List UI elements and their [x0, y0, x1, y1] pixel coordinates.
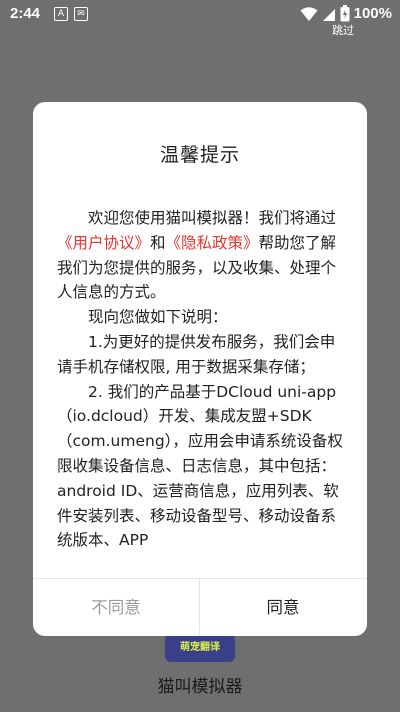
- notification-mail-icon: ✉: [74, 7, 88, 21]
- dialog-title: 温馨提示: [159, 144, 240, 166]
- paragraph-intro: 欢迎您使用猫叫模拟器！我们将通过《用户协议》和《隐私政策》帮助您了解我们为您提供…: [57, 206, 347, 305]
- paragraph-storage: 1.为更好的提供发布服务，我们会申请手机存储权限, 用于数据采集存储；: [57, 332, 336, 376]
- skip-button[interactable]: 跳过: [332, 22, 354, 38]
- privacy-policy-link[interactable]: 《隐私政策》: [166, 234, 259, 252]
- agree-button[interactable]: 同意: [200, 579, 366, 636]
- user-agreement-link[interactable]: 《用户协议》: [57, 234, 150, 252]
- app-name: 猫叫模拟器: [157, 677, 243, 697]
- wifi-icon: [300, 6, 318, 21]
- paragraph-sdk: 2. 我们的产品基于DCloud uni-app（io.dcloud）开发、集成…: [57, 382, 343, 550]
- status-right: 100%: [300, 5, 392, 22]
- screen: 2:44 A ✉ 100% 跳过 萌宠翻译 猫叫模拟器 温馨提示 欢迎您使用猫叫…: [0, 0, 400, 712]
- and-text: 和: [150, 233, 166, 252]
- intro-text: 欢迎您使用猫叫模拟器！我们将通过: [88, 209, 337, 227]
- signal-icon: [322, 8, 335, 21]
- paragraph-notice: 现向您做如下说明：: [88, 308, 228, 327]
- dialog-body: 欢迎您使用猫叫模拟器！我们将通过《用户协议》和《隐私政策》帮助您了解我们为您提供…: [57, 206, 347, 560]
- privacy-dialog: 温馨提示 欢迎您使用猫叫模拟器！我们将通过《用户协议》和《隐私政策》帮助您了解我…: [33, 102, 367, 636]
- app-logo: 萌宠翻译: [165, 634, 235, 662]
- battery-icon: [340, 5, 350, 22]
- battery-percent: 100%: [353, 5, 392, 22]
- status-time: 2:44: [10, 5, 41, 22]
- disagree-button[interactable]: 不同意: [33, 579, 199, 636]
- notification-a-icon: A: [54, 7, 68, 21]
